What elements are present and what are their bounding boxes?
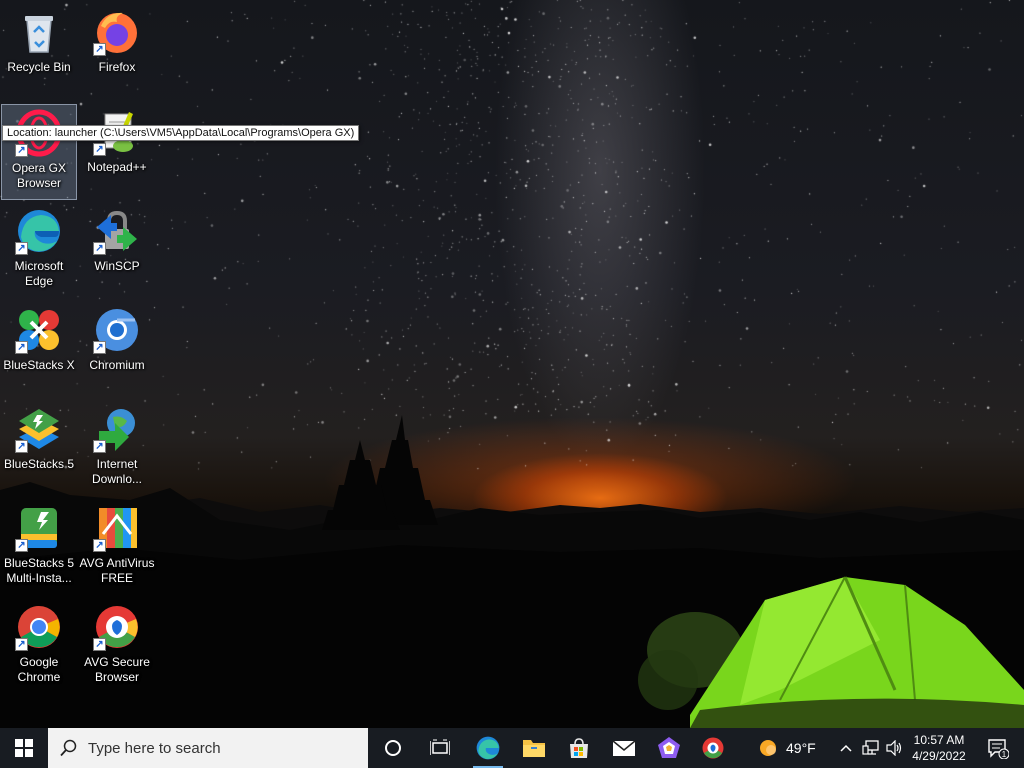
show-hidden-icons-button[interactable] bbox=[836, 728, 856, 768]
windows-logo-icon bbox=[15, 739, 33, 757]
shortcut-arrow-icon: ↗ bbox=[15, 539, 28, 552]
avg-secure-browser-icon: ↗ bbox=[93, 603, 141, 651]
shortcut-arrow-icon: ↗ bbox=[93, 43, 106, 56]
action-center-button[interactable]: 1 bbox=[978, 728, 1018, 768]
desktop-icon-label: Notepad++ bbox=[87, 160, 147, 174]
clock-date: 4/29/2022 bbox=[912, 749, 966, 763]
taskbar: 49°F 10:57 AM 4/29/2022 1 bbox=[0, 728, 1024, 768]
start-button[interactable] bbox=[0, 728, 48, 768]
taskbar-avg-secure-browser[interactable] bbox=[690, 728, 736, 768]
desktop[interactable]: Recycle Bin ↗ Opera GX Browser ↗ Microso… bbox=[0, 0, 1024, 728]
shortcut-arrow-icon: ↗ bbox=[93, 539, 106, 552]
taskbar-file-explorer[interactable] bbox=[511, 728, 557, 768]
mail-envelope-icon bbox=[612, 740, 636, 756]
folder-icon bbox=[523, 740, 545, 757]
taskbar-app-pentagon[interactable] bbox=[646, 728, 692, 768]
winscp-icon: ↗ bbox=[93, 207, 141, 255]
weather-temperature: 49°F bbox=[786, 740, 816, 756]
speaker-volume-icon bbox=[886, 740, 902, 756]
shortcut-arrow-icon: ↗ bbox=[93, 143, 106, 156]
sun-weather-icon bbox=[760, 740, 776, 756]
desktop-icon-recycle-bin[interactable]: Recycle Bin bbox=[1, 4, 77, 100]
desktop-icon-microsoft-edge[interactable]: ↗ Microsoft Edge bbox=[1, 203, 77, 299]
microsoft-edge-icon bbox=[476, 736, 500, 760]
desktop-icon-notepad-plus-plus[interactable]: ↗ Notepad++ bbox=[79, 104, 155, 200]
desktop-icon-label: Microsoft Edge bbox=[14, 259, 64, 288]
avg-secure-browser-icon bbox=[702, 737, 724, 759]
desktop-icon-label: BlueStacks 5 Multi-Insta... bbox=[3, 556, 75, 585]
desktop-icon-label: AVG AntiVirus FREE bbox=[79, 556, 155, 585]
chevron-up-icon bbox=[840, 744, 852, 752]
notification-count: 1 bbox=[1002, 750, 1007, 759]
bluestacks-5-icon: ↗ bbox=[15, 405, 63, 453]
search-input[interactable] bbox=[86, 738, 360, 758]
shortcut-arrow-icon: ↗ bbox=[93, 242, 106, 255]
desktop-icon-bluestacks-5-multi-instance[interactable]: ↗ BlueStacks 5 Multi-Insta... bbox=[1, 500, 77, 596]
desktop-icon-label: BlueStacks X bbox=[3, 358, 75, 372]
desktop-icon-label: BlueStacks 5 bbox=[3, 457, 75, 471]
desktop-icon-label: Opera GX Browser bbox=[11, 161, 67, 190]
desktop-icon-label: Firefox bbox=[98, 60, 136, 74]
shortcut-arrow-icon: ↗ bbox=[15, 144, 28, 157]
desktop-icon-label: WinSCP bbox=[94, 259, 140, 273]
shortcut-arrow-icon: ↗ bbox=[93, 440, 106, 453]
desktop-icon-label: AVG Secure Browser bbox=[84, 655, 150, 684]
taskbar-microsoft-store[interactable] bbox=[556, 728, 602, 768]
firefox-icon: ↗ bbox=[93, 8, 141, 56]
task-view-button[interactable] bbox=[417, 728, 463, 768]
task-view-icon bbox=[430, 739, 450, 755]
desktop-icon-google-chrome[interactable]: ↗ Google Chrome bbox=[1, 599, 77, 695]
weather-widget[interactable]: 49°F bbox=[758, 728, 830, 768]
bluestacks-multi-instance-icon: ↗ bbox=[15, 504, 63, 552]
chromium-icon: ↗ bbox=[93, 306, 141, 354]
shortcut-arrow-icon: ↗ bbox=[15, 638, 28, 651]
desktop-icon-firefox[interactable]: ↗ Firefox bbox=[79, 4, 155, 100]
avg-antivirus-icon: ↗ bbox=[93, 504, 141, 552]
volume-tray-button[interactable] bbox=[884, 728, 906, 768]
search-icon bbox=[60, 739, 77, 757]
notification-icon: 1 bbox=[988, 739, 1009, 759]
desktop-icon-opera-gx[interactable]: ↗ Opera GX Browser bbox=[1, 104, 77, 200]
bluestacks-x-icon: ↗ bbox=[15, 306, 63, 354]
desktop-icon-bluestacks-x[interactable]: ↗ BlueStacks X bbox=[1, 302, 77, 398]
desktop-icon-avg-antivirus[interactable]: ↗ AVG AntiVirus FREE bbox=[79, 500, 155, 596]
network-icon bbox=[862, 740, 879, 755]
taskbar-edge[interactable] bbox=[465, 728, 511, 768]
taskbar-mail[interactable] bbox=[601, 728, 647, 768]
desktop-icon-chromium[interactable]: ↗ Chromium bbox=[79, 302, 155, 398]
desktop-icon-internet-download-manager[interactable]: ↗ Internet Downlo... bbox=[79, 401, 155, 497]
internet-download-manager-icon: ↗ bbox=[93, 405, 141, 453]
cortana-button[interactable] bbox=[370, 728, 416, 768]
shortcut-arrow-icon: ↗ bbox=[93, 341, 106, 354]
shortcut-arrow-icon: ↗ bbox=[15, 242, 28, 255]
desktop-icon-avg-secure-browser[interactable]: ↗ AVG Secure Browser bbox=[79, 599, 155, 695]
desktop-icon-label: Internet Downlo... bbox=[91, 457, 143, 486]
microsoft-edge-icon: ↗ bbox=[15, 207, 63, 255]
cortana-circle-icon bbox=[385, 740, 401, 756]
google-chrome-icon: ↗ bbox=[15, 603, 63, 651]
desktop-icon-label: Chromium bbox=[89, 358, 145, 372]
taskbar-clock[interactable]: 10:57 AM 4/29/2022 bbox=[906, 728, 972, 768]
network-tray-button[interactable] bbox=[860, 728, 882, 768]
desktop-icon-label: Google Chrome bbox=[17, 655, 61, 684]
shortcut-arrow-icon: ↗ bbox=[93, 638, 106, 651]
desktop-icon-bluestacks-5[interactable]: ↗ BlueStacks 5 bbox=[1, 401, 77, 497]
clock-time: 10:57 AM bbox=[913, 733, 965, 747]
icon-location-tooltip: Location: launcher (C:\Users\VM5\AppData… bbox=[2, 125, 360, 141]
recycle-bin-icon bbox=[15, 8, 63, 56]
taskbar-search-box[interactable] bbox=[48, 728, 368, 768]
shortcut-arrow-icon: ↗ bbox=[15, 341, 28, 354]
store-bag-icon bbox=[570, 738, 588, 758]
desktop-icon-label: Recycle Bin bbox=[7, 60, 71, 74]
shortcut-arrow-icon: ↗ bbox=[15, 440, 28, 453]
desktop-icon-winscp[interactable]: ↗ WinSCP bbox=[79, 203, 155, 299]
pentagon-app-icon bbox=[658, 737, 680, 758]
